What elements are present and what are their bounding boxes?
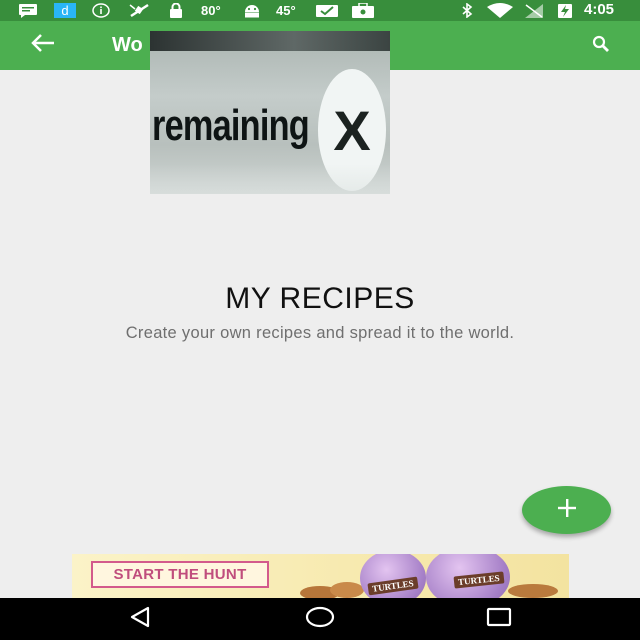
d-app-icon: d [54, 3, 76, 18]
lock-icon [168, 3, 184, 18]
ad-cta-label: START THE HUNT [113, 566, 247, 583]
plus-icon [556, 497, 578, 524]
status-bar: d 80° 45° 4:05 [0, 0, 640, 21]
info-icon [92, 3, 110, 18]
ad-banner[interactable]: START THE HUNT TURTLES TURTLES [72, 554, 569, 598]
overlay-top-strip [150, 31, 390, 51]
photo-check-icon [315, 3, 339, 18]
briefcase-icon [351, 3, 375, 18]
overlay-remaining-text: remaining [152, 101, 310, 150]
bluetooth-icon [460, 3, 474, 18]
battery-charging-icon [557, 3, 573, 18]
nav-home-button[interactable] [300, 604, 340, 634]
nav-back-button[interactable] [120, 604, 160, 634]
empty-state-description: Create your own recipes and spread it to… [125, 324, 515, 342]
wifi-icon [486, 3, 514, 18]
battery-temp: 80° [201, 3, 221, 18]
clock: 4:05 [584, 1, 615, 18]
search-icon [591, 34, 611, 59]
signal-icon [524, 3, 544, 18]
satellite-icon [128, 3, 152, 18]
recents-square-icon [486, 606, 512, 633]
title-start: Wo [112, 34, 143, 56]
android-icon [243, 3, 261, 18]
pecan-image [508, 584, 558, 598]
navigation-bar [0, 598, 640, 640]
home-circle-icon [305, 606, 335, 633]
cpu-temp: 45° [276, 3, 296, 18]
close-icon: X [333, 98, 371, 162]
overlay-shade [150, 164, 390, 194]
overlay-ad-image[interactable]: remaining X [150, 31, 390, 194]
add-recipe-button[interactable] [522, 486, 611, 534]
message-icon [18, 3, 38, 18]
arrow-left-icon [30, 33, 56, 58]
nav-recents-button[interactable] [479, 604, 519, 634]
back-triangle-icon [128, 606, 152, 633]
svg-text:d: d [61, 3, 68, 18]
start-the-hunt-button[interactable]: START THE HUNT [91, 561, 269, 588]
back-button[interactable] [26, 30, 60, 60]
pecan-image [330, 582, 364, 598]
empty-state-title: MY RECIPES [225, 282, 415, 315]
search-button[interactable] [588, 34, 614, 58]
